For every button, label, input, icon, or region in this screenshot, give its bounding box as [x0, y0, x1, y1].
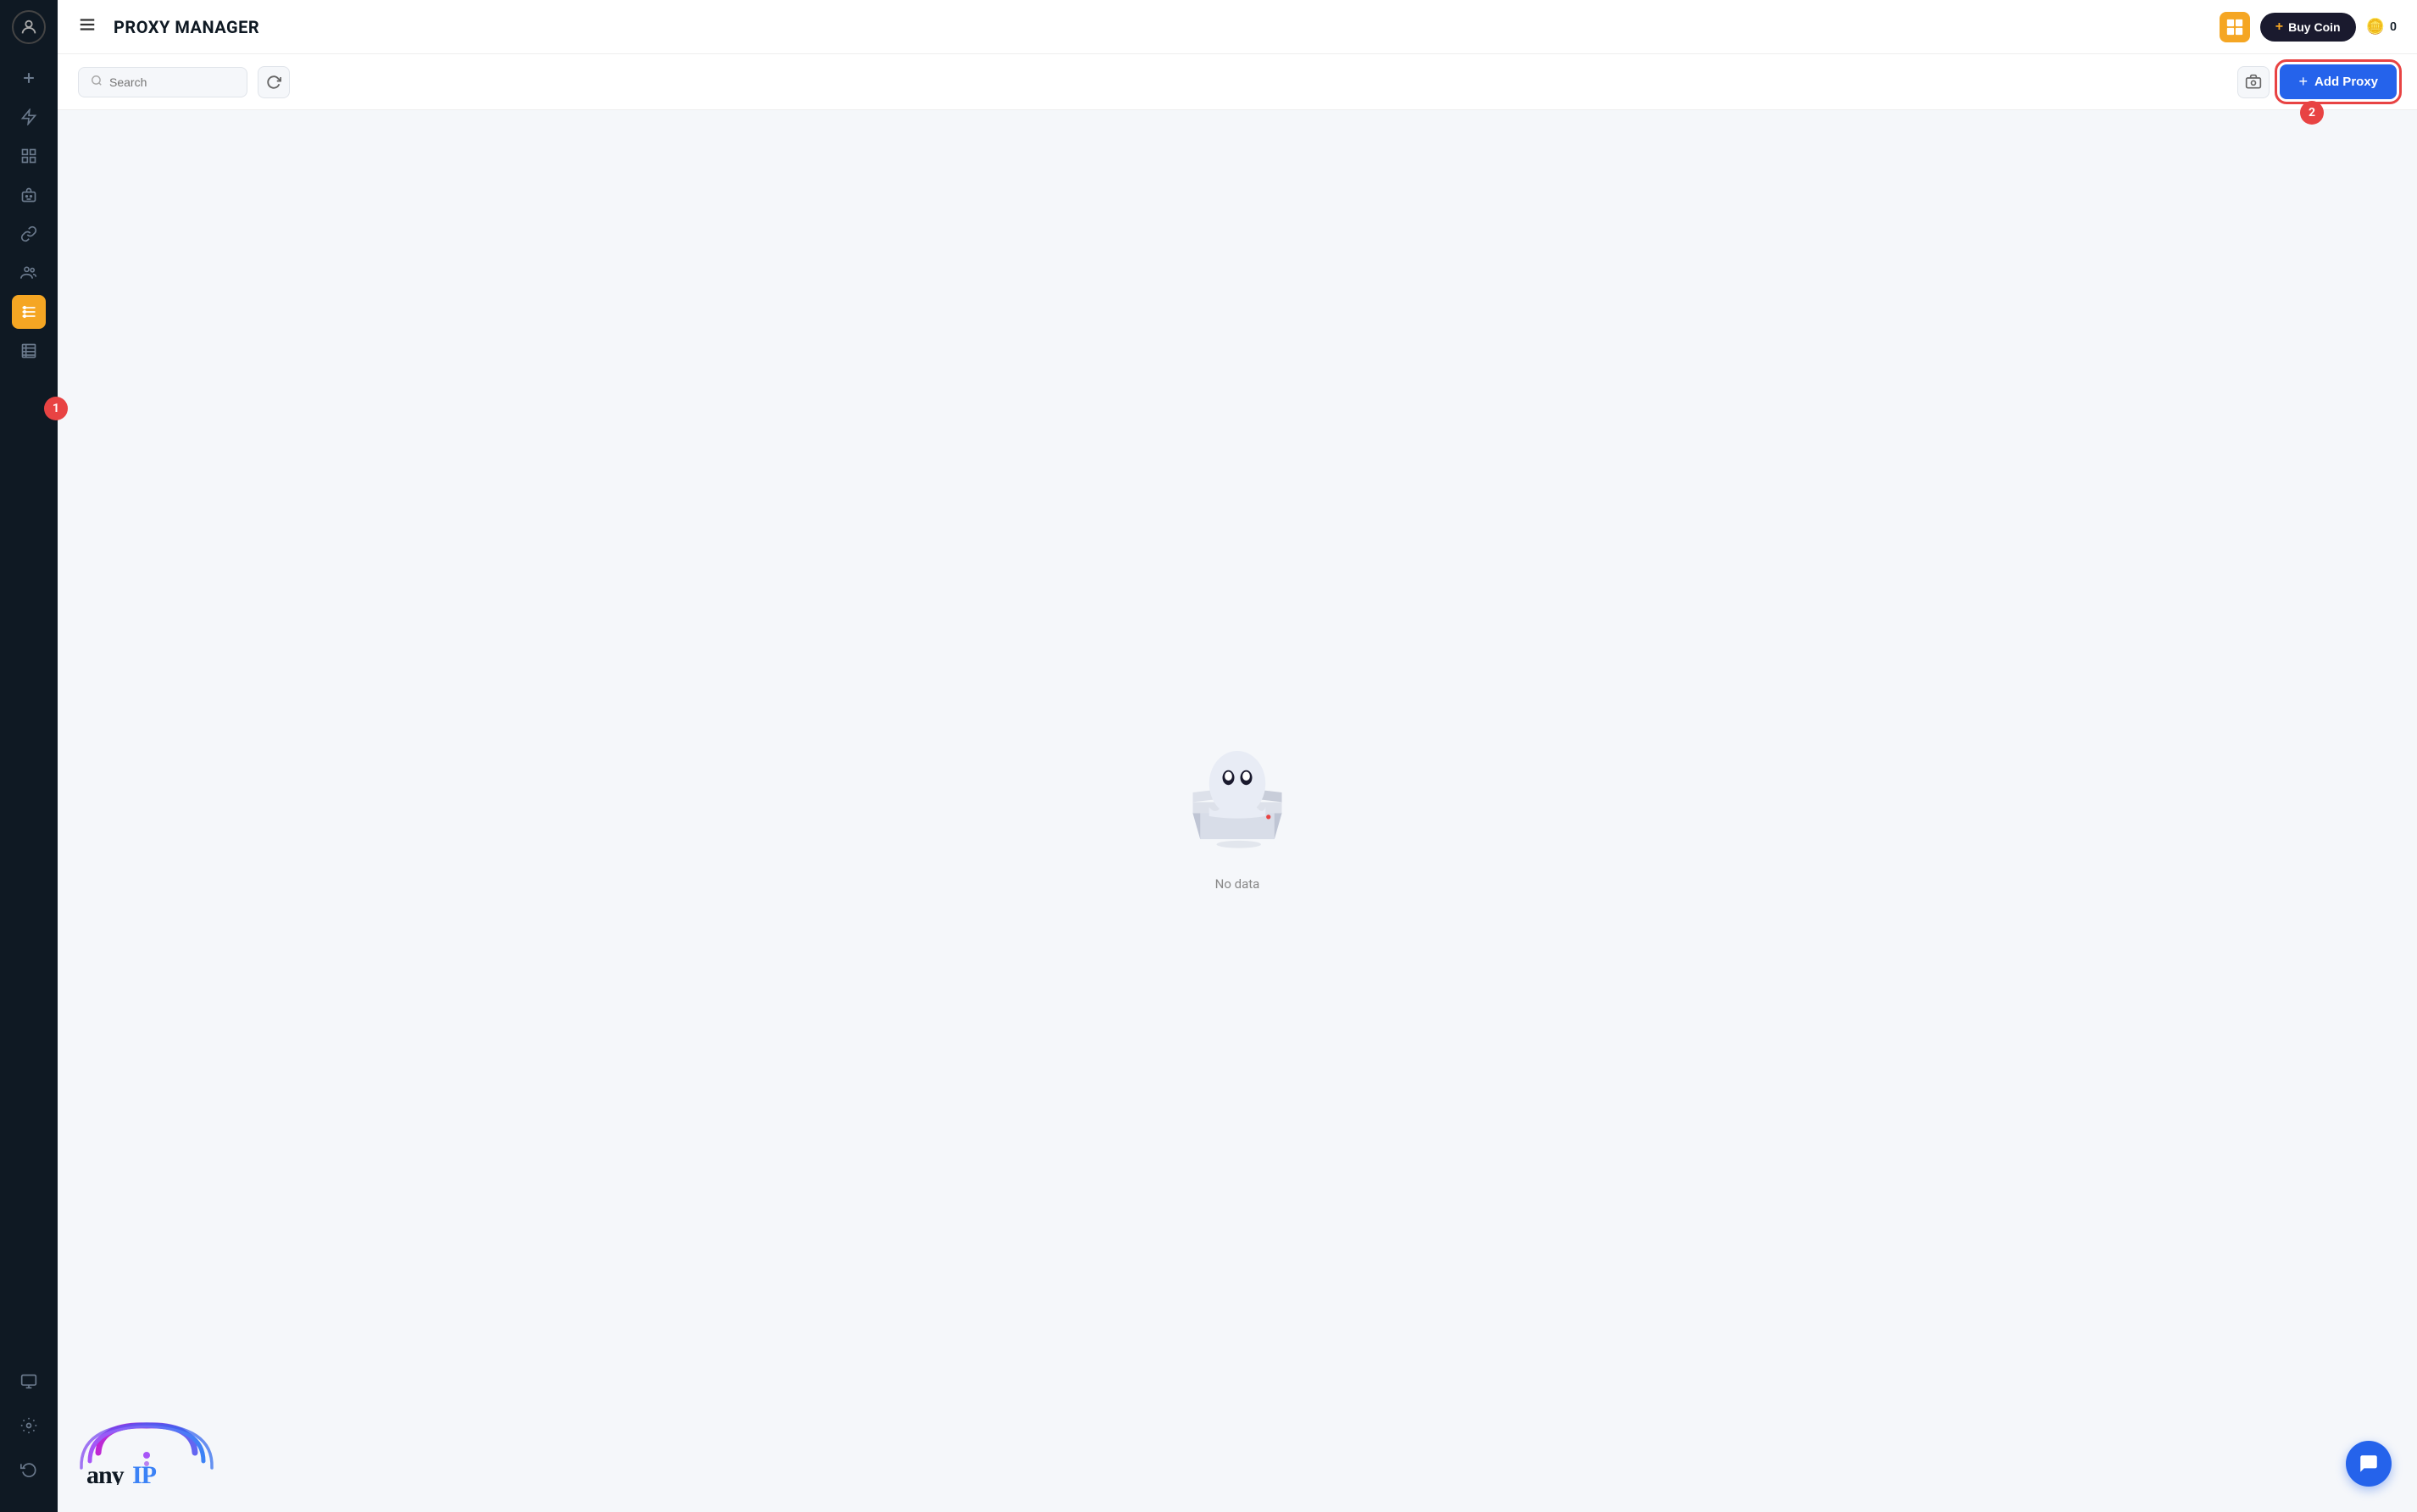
add-proxy-label: Add Proxy — [2314, 75, 2378, 89]
content-area: No data — [58, 110, 2417, 1512]
sidebar-item-proxy-manager[interactable] — [12, 295, 46, 329]
sidebar-item-add[interactable] — [12, 61, 46, 95]
sidebar-item-refresh[interactable] — [12, 1453, 46, 1487]
toolbar: + Add Proxy 2 — [58, 54, 2417, 110]
search-icon — [91, 75, 103, 90]
step-badge-2: 2 — [2300, 101, 2324, 125]
sidebar-item-link[interactable] — [12, 217, 46, 251]
main-content: PROXY MANAGER + Buy Coin 🪙 0 — [58, 0, 2417, 1512]
coin-icon: 🪙 — [2366, 18, 2385, 36]
topbar: PROXY MANAGER + Buy Coin 🪙 0 — [58, 0, 2417, 54]
coin-balance: 🪙 0 — [2366, 18, 2397, 36]
sidebar: 1 — [0, 0, 58, 1512]
refresh-button[interactable] — [258, 66, 290, 98]
add-proxy-plus-icon: + — [2298, 73, 2308, 91]
add-proxy-button[interactable]: + Add Proxy — [2280, 64, 2397, 99]
step-badge-1: 1 — [44, 397, 68, 420]
sidebar-item-grid[interactable] — [12, 139, 46, 173]
search-input[interactable] — [109, 75, 235, 89]
chat-bubble-button[interactable] — [2346, 1441, 2392, 1487]
ghost-illustration — [1178, 731, 1297, 866]
sidebar-item-data-table[interactable] — [12, 334, 46, 368]
no-data-label: No data — [1215, 876, 1260, 892]
buy-coin-button[interactable]: + Buy Coin — [2260, 13, 2356, 42]
top-app-icon — [2220, 12, 2250, 42]
buy-coin-plus: + — [2275, 19, 2283, 35]
sidebar-item-robot[interactable] — [12, 178, 46, 212]
sidebar-item-device[interactable] — [12, 1365, 46, 1398]
sidebar-item-settings[interactable] — [12, 1409, 46, 1443]
screenshot-button[interactable] — [2237, 66, 2270, 98]
sidebar-item-lightning[interactable] — [12, 100, 46, 134]
hamburger-icon[interactable] — [78, 15, 97, 38]
coin-balance-value: 0 — [2390, 20, 2397, 34]
buy-coin-label: Buy Coin — [2288, 20, 2340, 34]
empty-state: No data — [1178, 731, 1297, 892]
avatar[interactable] — [12, 10, 46, 44]
page-title: PROXY MANAGER — [114, 17, 259, 37]
search-box[interactable] — [78, 67, 247, 97]
sidebar-item-users[interactable] — [12, 256, 46, 290]
